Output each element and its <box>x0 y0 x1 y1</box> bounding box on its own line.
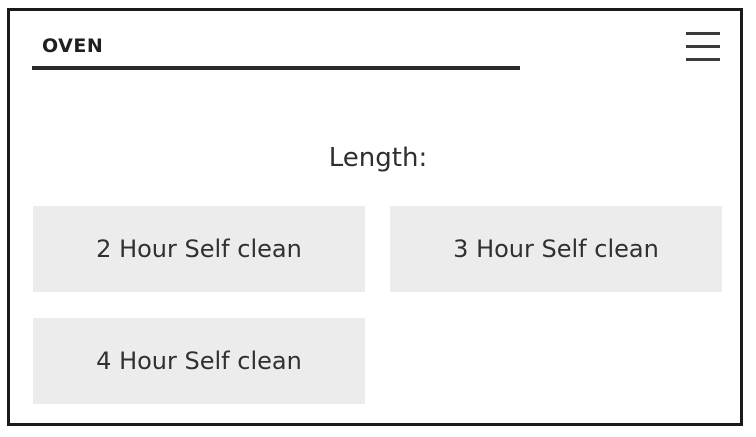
page-title: OVEN <box>42 35 104 57</box>
option-label: 2 Hour Self clean <box>96 235 302 263</box>
menu-bar-bottom <box>686 58 720 61</box>
option-4-hour-self-clean-button[interactable]: 4 Hour Self clean <box>33 318 365 404</box>
option-label: 3 Hour Self clean <box>453 235 659 263</box>
option-3-hour-self-clean-button[interactable]: 3 Hour Self clean <box>390 206 722 292</box>
option-label: 4 Hour Self clean <box>96 347 302 375</box>
menu-bar-top <box>686 32 720 35</box>
menu-bar-middle <box>686 45 720 48</box>
length-label: Length: <box>328 143 428 173</box>
option-2-hour-self-clean-button[interactable]: 2 Hour Self clean <box>33 206 365 292</box>
title-underline <box>32 66 520 70</box>
hamburger-menu-icon[interactable] <box>682 28 724 66</box>
